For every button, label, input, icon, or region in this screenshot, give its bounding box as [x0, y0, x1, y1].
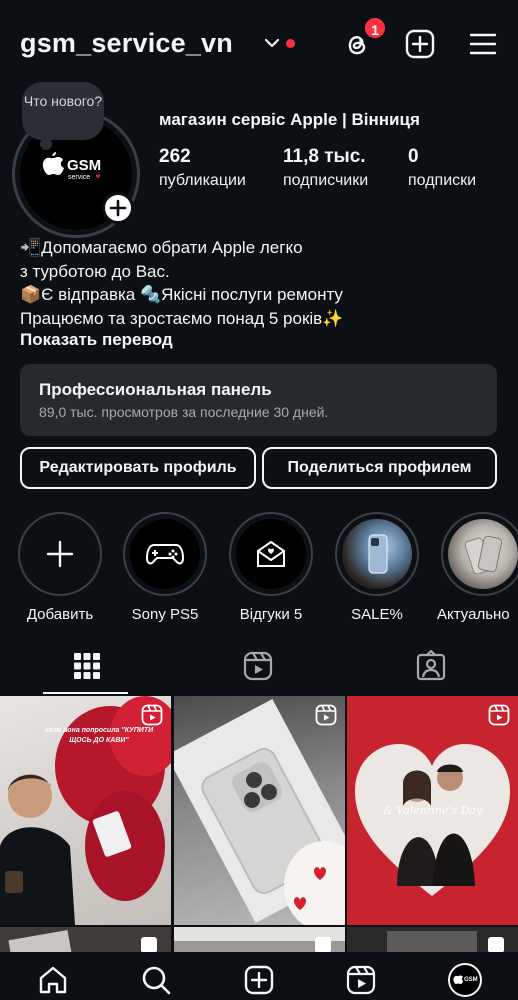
active-tab-indicator: [43, 692, 128, 694]
gsm-service-logo: GSM: [453, 975, 478, 984]
new-post-icon[interactable]: [404, 28, 436, 60]
post-thumbnail[interactable]: [174, 696, 345, 925]
highlight-sale[interactable]: SALE%: [335, 512, 419, 623]
highlight-add[interactable]: Добавить: [18, 512, 102, 623]
top-bar: gsm_service_vn 1: [0, 0, 518, 90]
account-switcher-username[interactable]: gsm_service_vn: [20, 28, 233, 59]
reels-icon[interactable]: [242, 650, 274, 682]
highlight-sony-ps5[interactable]: Sony PS5: [123, 512, 207, 623]
highlight-label: Sony PS5: [131, 606, 199, 623]
highlight-ring: [18, 512, 102, 596]
menu-icon[interactable]: [467, 28, 499, 60]
show-translation-link[interactable]: Показать перевод: [20, 330, 173, 350]
stat-following-value: 0: [408, 146, 419, 167]
stat-following-label: подписки: [408, 172, 477, 189]
pro-panel-title: Профессиональная панель: [39, 380, 272, 399]
edit-profile-button[interactable]: Редактировать профиль: [20, 447, 256, 489]
gsm-service-logo: GSM service: [42, 152, 101, 181]
professional-dashboard[interactable]: Профессиональная панель 89,0 тыс. просмо…: [20, 364, 497, 436]
post-thumbnail[interactable]: & Valentine's Day: [347, 696, 518, 925]
reel-badge-icon: [315, 704, 337, 726]
post-caption-overlay: коли вона попросила "КУПИТИ ЩОСЬ ДО КАВИ…: [44, 727, 154, 744]
highlight-cover-iphone-photo: [342, 519, 412, 589]
tagged-icon[interactable]: [415, 650, 447, 682]
highlight-ring: [335, 512, 419, 596]
create-icon[interactable]: [243, 964, 275, 996]
iphone-photo: [464, 535, 503, 575]
reel-badge-icon: [141, 704, 163, 726]
logo-subtext: service: [68, 174, 90, 181]
stat-posts[interactable]: 262 публикации: [159, 146, 246, 190]
highlight-ring: [441, 512, 518, 596]
add-story-button[interactable]: [102, 192, 134, 224]
search-icon[interactable]: [140, 964, 172, 996]
grid-icon[interactable]: [71, 650, 103, 682]
pro-panel-subtitle: 89,0 тыс. просмотров за последние 30 дне…: [39, 404, 329, 420]
bio-line: Працюємо та зростаємо понад 5 років✨: [20, 308, 344, 328]
threads-badge: 1: [363, 16, 387, 40]
plus-icon: [46, 540, 74, 568]
stat-followers[interactable]: 11,8 тыс. подписчики: [283, 146, 368, 190]
highlight-label: SALE%: [351, 606, 403, 623]
highlight-ring: [229, 512, 313, 596]
note-bubble[interactable]: Что нового?: [22, 82, 104, 150]
reel-badge-icon: [488, 704, 510, 726]
reels-icon[interactable]: [345, 964, 377, 996]
notification-dot: [286, 39, 295, 48]
post-thumbnail[interactable]: коли вона попросила "КУПИТИ ЩОСЬ ДО КАВИ…: [0, 696, 171, 925]
bio-line: з турботою до Вас.: [20, 261, 170, 281]
envelope-heart-icon: [257, 540, 285, 567]
highlight-label: Відгуки 5: [239, 606, 303, 623]
profile-display-name: магазин сервіс Apple | Вінниця: [159, 110, 420, 129]
iphone-photo: [368, 534, 388, 574]
bio-line: 📦Є відправка 🔩Якісні послуги ремонту: [20, 285, 343, 304]
plus-icon: [109, 199, 127, 217]
bio-line: 📲Допомагаємо обрати Apple легко: [20, 238, 303, 257]
stat-followers-label: подписчики: [283, 172, 369, 189]
post-caption-overlay: & Valentine's Day: [383, 804, 483, 817]
logo-text: GSM: [67, 157, 101, 174]
gamepad-icon: [145, 544, 185, 565]
highlight-reviews[interactable]: Відгуки 5: [229, 512, 313, 623]
stat-posts-label: публикации: [159, 172, 246, 189]
stat-posts-value: 262: [159, 146, 191, 167]
highlight-cover: [130, 519, 200, 589]
share-profile-button[interactable]: Поделиться профилем: [262, 447, 497, 489]
highlight-label: Актуально: [437, 606, 510, 623]
highlight-ring: [123, 512, 207, 596]
bio: 📲Допомагаємо обрати Apple легко з турбот…: [20, 236, 500, 330]
post-image: [174, 698, 345, 925]
bottom-navigation: GSM: [0, 952, 518, 1000]
highlight-label: Добавить: [26, 606, 94, 623]
highlight-cover: [236, 519, 306, 589]
home-icon[interactable]: [37, 964, 69, 996]
profile-tabs: [0, 640, 518, 696]
chevron-down-icon[interactable]: [263, 36, 281, 50]
stat-following[interactable]: 0 подписки: [408, 146, 476, 190]
highlight-actual[interactable]: Актуально: [437, 512, 518, 623]
profile-avatar-tab[interactable]: GSM: [448, 963, 482, 997]
highlight-cover: [25, 519, 95, 589]
stat-followers-value: 11,8 тыс.: [283, 146, 366, 167]
highlight-cover-iphone-photo: [448, 519, 518, 589]
logo-text: GSM: [464, 977, 478, 983]
